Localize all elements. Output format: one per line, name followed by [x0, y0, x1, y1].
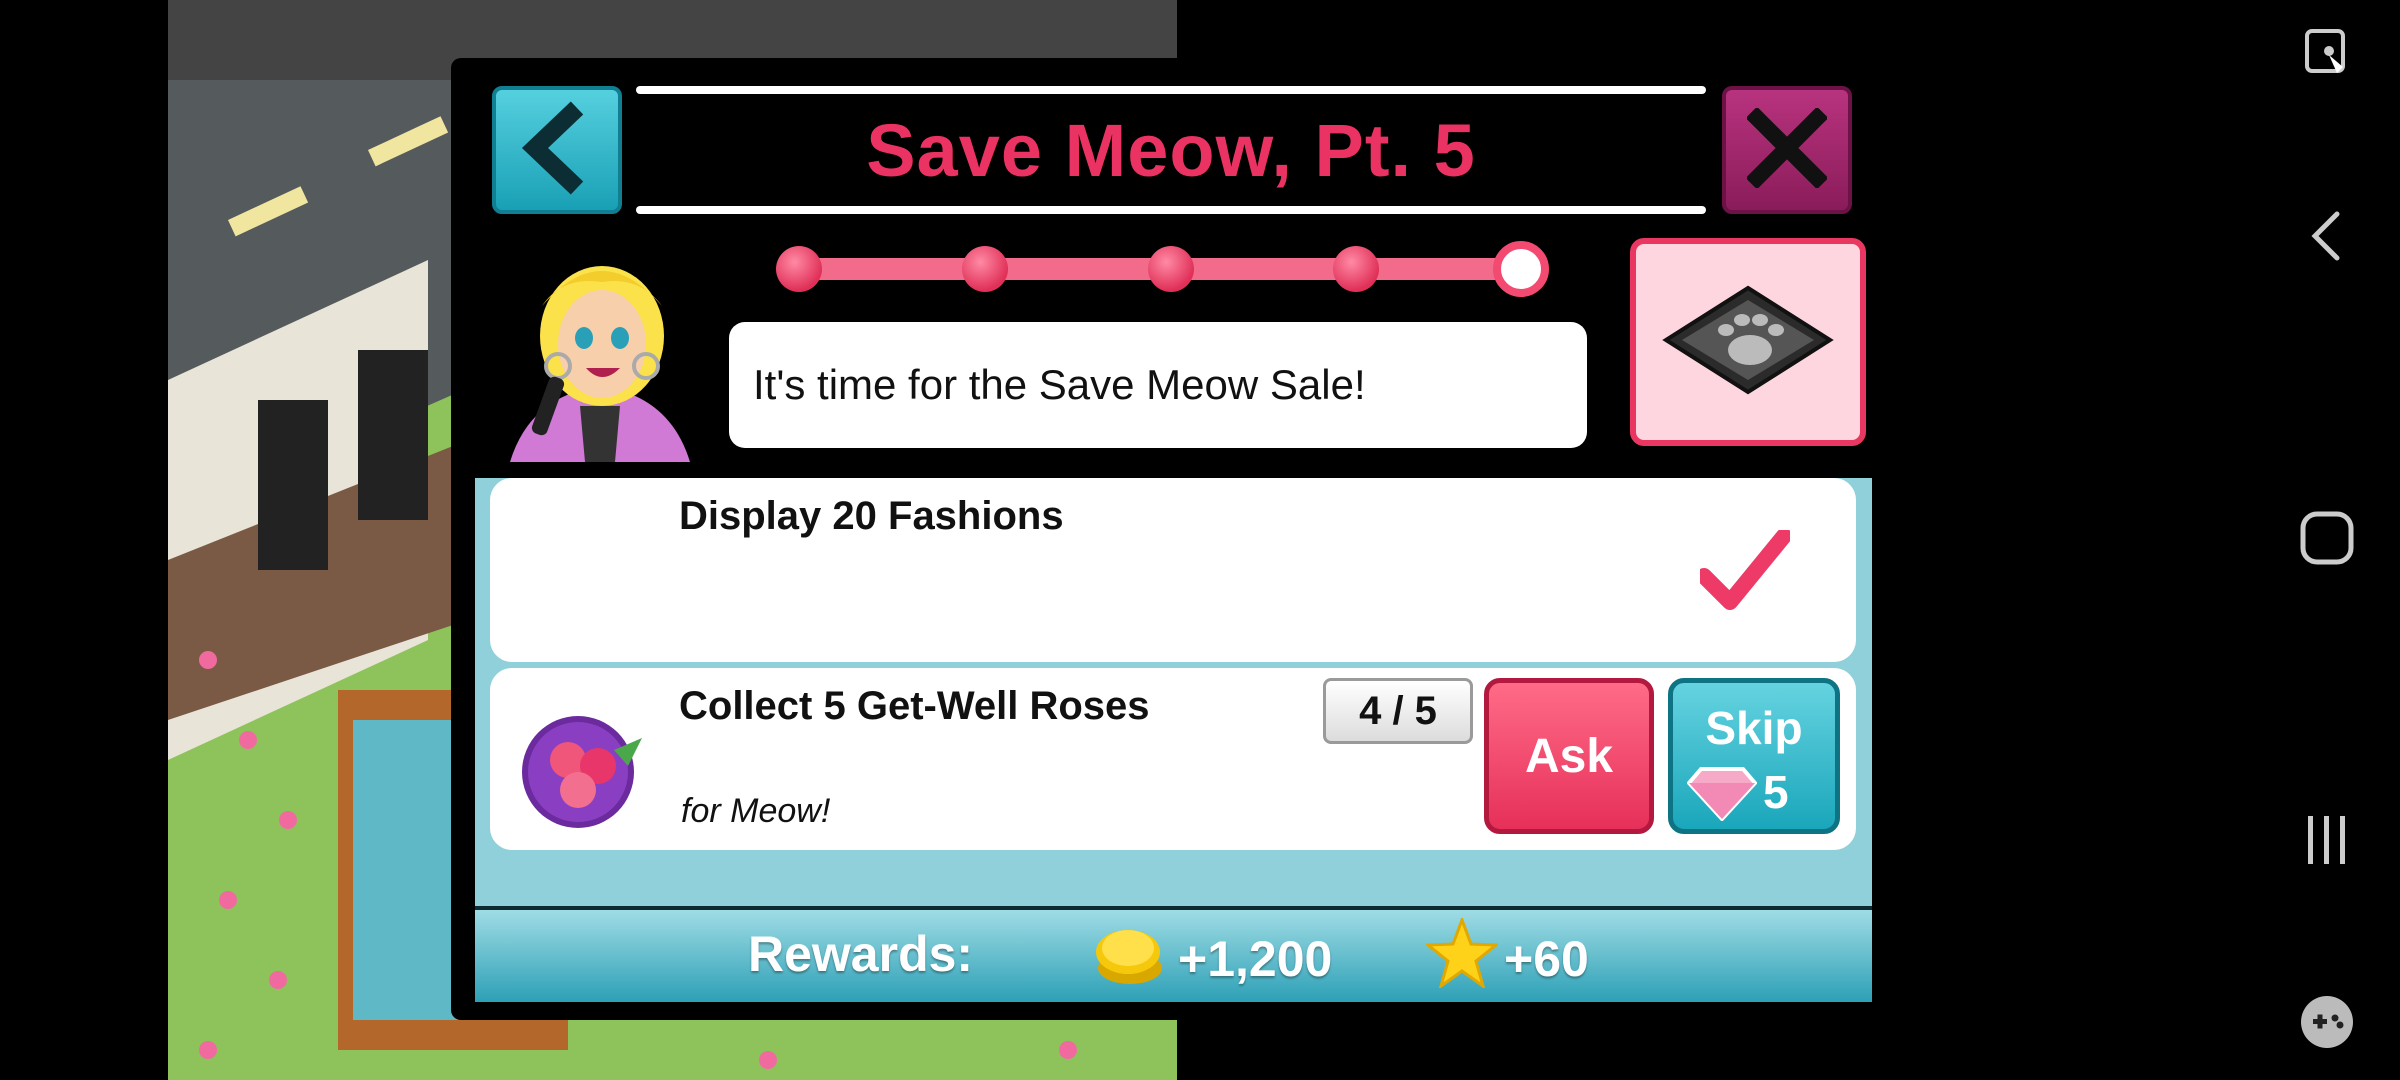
progress-step-current [1493, 241, 1549, 297]
skip-button[interactable]: Skip 5 [1668, 678, 1840, 834]
home-icon[interactable] [2295, 506, 2359, 570]
back-button[interactable] [492, 86, 622, 214]
ask-button[interactable]: Ask [1484, 678, 1654, 834]
checkmark-icon [1696, 528, 1792, 619]
chevron-left-icon [517, 100, 597, 201]
coins-reward: +1,200 [1178, 931, 1333, 987]
task-title: Collect 5 Get-Well Roses [679, 684, 1150, 728]
progress-step [1148, 246, 1194, 292]
rewards-label: Rewards: [748, 926, 974, 982]
screen-pin-icon[interactable] [2295, 22, 2359, 86]
paw-print-icon [1658, 280, 1838, 405]
task-title: Display 20 Fashions [679, 494, 1064, 538]
progress-step [1333, 246, 1379, 292]
coin-stack-icon [1092, 914, 1168, 995]
roses-icon [518, 710, 650, 835]
back-icon[interactable] [2295, 204, 2359, 268]
quest-badge [1630, 238, 1866, 446]
progress-step [962, 246, 1008, 292]
speech-bubble: It's time for the Save Meow Sale! [729, 322, 1587, 448]
character-avatar [490, 226, 716, 462]
game-tools-icon[interactable] [2295, 990, 2359, 1054]
close-icon [1745, 106, 1829, 193]
recents-icon[interactable] [2295, 808, 2359, 872]
gem-icon [1686, 765, 1758, 826]
task-progress-counter: 4 / 5 [1323, 678, 1473, 744]
task-subtitle: for Meow! [681, 792, 831, 830]
rewards-bar [475, 906, 1872, 1002]
skip-label: Skip [1705, 702, 1803, 754]
quest-title: Save Meow, Pt. 5 [866, 108, 1476, 192]
stars-reward: +60 [1504, 931, 1589, 987]
system-nav-bar [2180, 0, 2400, 1080]
close-button[interactable] [1722, 86, 1852, 214]
progress-step [776, 246, 822, 292]
skip-cost: 5 [1763, 766, 1789, 818]
star-icon [1423, 915, 1501, 993]
